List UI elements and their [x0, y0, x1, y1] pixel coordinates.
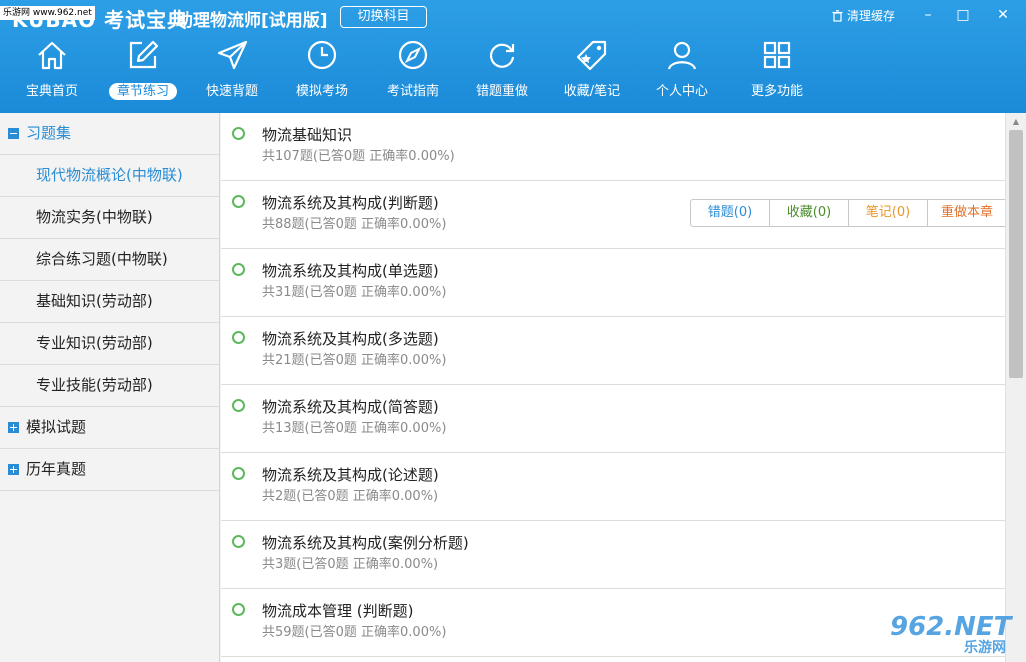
nav-label: 宝典首页	[25, 84, 78, 99]
redo-chapter-button[interactable]: 重做本章	[928, 200, 1005, 226]
chapter-title: 物流系统及其构成(单选题)	[262, 262, 439, 280]
scroll-up-arrow-icon[interactable]: ▲	[1006, 113, 1026, 130]
scroll-thumb[interactable]	[1009, 130, 1023, 378]
expand-icon[interactable]	[8, 464, 19, 475]
sidebar-item-professional-skills[interactable]: 专业技能(劳动部)	[0, 365, 219, 407]
sidebar-group-past-exams[interactable]: 历年真题	[0, 449, 219, 491]
nav-exam-guide[interactable]: 考试指南	[368, 34, 458, 110]
chapter-row[interactable]: 物流系统及其构成(案例分析题) 共3题(已答0题 正确率0.00%)	[221, 521, 1005, 589]
status-circle-icon	[232, 467, 245, 480]
main-nav: 宝典首页 章节练习 快速背题 模拟考场 考试指南 错题重做 收藏/笔记 个人中心…	[0, 34, 1026, 110]
close-button[interactable]: ✕	[988, 5, 1018, 25]
chapter-row[interactable]: 物流成本管理 (判断题) 共59题(已答0题 正确率0.00%)	[221, 589, 1005, 657]
nav-label: 收藏/笔记	[563, 84, 621, 99]
chapter-title: 物流基础知识	[262, 126, 353, 144]
nav-favorites-notes[interactable]: 收藏/笔记	[547, 34, 637, 110]
chapter-row[interactable]: 物流系统及其构成(判断题) 共88题(已答0题 正确率0.00%) 错题(0) …	[221, 181, 1005, 249]
sidebar-group-label: 历年真题	[26, 460, 87, 478]
sidebar-group-mock-tests[interactable]: 模拟试题	[0, 407, 219, 449]
sidebar-group-label: 习题集	[26, 124, 72, 142]
nav-personal-center[interactable]: 个人中心	[637, 34, 727, 110]
nav-wrong-redo[interactable]: 错题重做	[457, 34, 547, 110]
nav-label: 更多功能	[750, 84, 803, 99]
clear-cache-label: 清理缓存	[847, 9, 896, 23]
chapter-actions: 错题(0) 收藏(0) 笔记(0) 重做本章	[690, 199, 1005, 227]
sidebar-item-basic-knowledge[interactable]: 基础知识(劳动部)	[0, 281, 219, 323]
nav-label: 模拟考场	[295, 84, 348, 99]
chapter-row[interactable]: 物流系统及其构成(简答题) 共13题(已答0题 正确率0.00%)	[221, 385, 1005, 453]
corner-watermark-logo: 962.NET 乐游网	[890, 612, 1020, 658]
status-circle-icon	[232, 603, 245, 616]
title-bar: KUBAO 考试宝典 乐游网 www.962.net 助理物流师[试用版] 切换…	[0, 0, 1026, 34]
site-watermark: 乐游网 www.962.net	[0, 6, 95, 20]
sidebar-item-professional-knowledge[interactable]: 专业知识(劳动部)	[0, 323, 219, 365]
nav-label: 章节练习	[108, 83, 177, 100]
maximize-button[interactable]: □	[948, 5, 978, 25]
chapter-stats: 共21题(已答0题 正确率0.00%)	[262, 353, 447, 368]
chapter-title: 物流系统及其构成(案例分析题)	[262, 534, 469, 552]
sidebar-item-modern-logistics[interactable]: 现代物流概论(中物联)	[0, 155, 219, 197]
chapter-title: 物流系统及其构成(简答题)	[262, 398, 439, 416]
status-circle-icon	[232, 195, 245, 208]
send-icon	[217, 40, 248, 70]
chapter-list: 物流基础知识 共107题(已答0题 正确率0.00%) 物流系统及其构成(判断题…	[221, 113, 1005, 662]
chapter-row[interactable]: 物流系统及其构成(论述题) 共2题(已答0题 正确率0.00%)	[221, 453, 1005, 521]
chapter-title: 物流成本管理 (判断题)	[262, 602, 414, 620]
nav-label: 考试指南	[386, 84, 439, 99]
minimize-button[interactable]: –	[913, 5, 943, 25]
sidebar-item-comprehensive[interactable]: 综合练习题(中物联)	[0, 239, 219, 281]
tag-icon	[576, 40, 607, 71]
trash-icon	[832, 9, 843, 22]
app-title: 助理物流师[试用版]	[176, 11, 328, 31]
status-circle-icon	[232, 331, 245, 344]
status-circle-icon	[232, 263, 245, 276]
nav-label: 个人中心	[655, 84, 708, 99]
notes-button[interactable]: 笔记(0)	[849, 200, 928, 226]
chapter-stats: 共88题(已答0题 正确率0.00%)	[262, 217, 447, 232]
collapse-icon[interactable]	[8, 128, 19, 139]
nav-home[interactable]: 宝典首页	[7, 34, 97, 110]
nav-label: 快速背题	[205, 84, 258, 99]
status-circle-icon	[232, 535, 245, 548]
home-icon	[38, 41, 66, 70]
chapter-title: 物流系统及其构成(论述题)	[262, 466, 439, 484]
vertical-scrollbar[interactable]: ▲	[1005, 113, 1026, 662]
user-icon	[667, 41, 697, 70]
chapter-row[interactable]: 物流基础知识 共107题(已答0题 正确率0.00%)	[221, 113, 1005, 181]
wrong-questions-button[interactable]: 错题(0)	[691, 200, 770, 226]
chapter-title: 物流系统及其构成(多选题)	[262, 330, 439, 348]
chapter-row[interactable]: 物流系统及其构成(多选题) 共21题(已答0题 正确率0.00%)	[221, 317, 1005, 385]
sidebar-item-logistics-practice[interactable]: 物流实务(中物联)	[0, 197, 219, 239]
favorites-button[interactable]: 收藏(0)	[770, 200, 849, 226]
grid-icon	[763, 41, 791, 69]
status-circle-icon	[232, 127, 245, 140]
refresh-icon	[489, 43, 515, 68]
sidebar-group-label: 模拟试题	[26, 418, 87, 436]
sidebar: 习题集 现代物流概论(中物联) 物流实务(中物联) 综合练习题(中物联) 基础知…	[0, 113, 220, 662]
switch-subject-button[interactable]: 切换科目	[340, 6, 427, 28]
nav-label: 错题重做	[475, 84, 528, 99]
chapter-stats: 共2题(已答0题 正确率0.00%)	[262, 489, 439, 504]
chapter-stats: 共3题(已答0题 正确率0.00%)	[262, 557, 439, 572]
status-circle-icon	[232, 399, 245, 412]
nav-more-features[interactable]: 更多功能	[732, 34, 822, 110]
nav-quick-review[interactable]: 快速背题	[187, 34, 277, 110]
chapter-stats: 共13题(已答0题 正确率0.00%)	[262, 421, 447, 436]
app-header: KUBAO 考试宝典 乐游网 www.962.net 助理物流师[试用版] 切换…	[0, 0, 1026, 113]
chapter-title: 物流系统及其构成(判断题)	[262, 194, 439, 212]
expand-icon[interactable]	[8, 422, 19, 433]
corner-logo-subtext: 乐游网	[964, 640, 1006, 656]
chapter-stats: 共59题(已答0题 正确率0.00%)	[262, 625, 447, 640]
sidebar-group-exercises[interactable]: 习题集	[0, 113, 219, 155]
edit-icon	[129, 40, 159, 69]
nav-chapter-practice[interactable]: 章节练习	[98, 34, 188, 110]
clock-icon	[307, 40, 337, 70]
nav-mock-exam[interactable]: 模拟考场	[277, 34, 367, 110]
chapter-stats: 共31题(已答0题 正确率0.00%)	[262, 285, 447, 300]
chapter-stats: 共107题(已答0题 正确率0.00%)	[262, 149, 455, 164]
clear-cache-button[interactable]: 清理缓存	[832, 7, 895, 24]
compass-icon	[398, 40, 428, 70]
chapter-row[interactable]: 物流系统及其构成(单选题) 共31题(已答0题 正确率0.00%)	[221, 249, 1005, 317]
